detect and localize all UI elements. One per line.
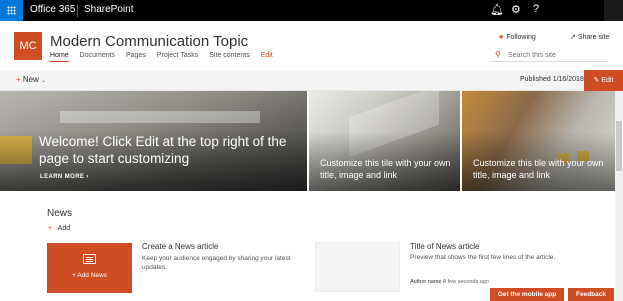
pencil-icon: ✎ (593, 77, 600, 84)
search-input[interactable] (508, 49, 604, 61)
add-news-text: Add News (77, 272, 107, 279)
suite-divider (77, 4, 78, 17)
article-time: A few seconds ago (442, 279, 489, 285)
learn-more-link[interactable]: LEARN MORE › (40, 174, 89, 180)
article-2-meta: Author name A few seconds ago (410, 279, 489, 285)
nav-item-documents[interactable]: Documents (80, 52, 115, 59)
scrollbar-thumb[interactable] (616, 121, 622, 171)
learn-more-label: LEARN MORE (40, 174, 85, 180)
avatar[interactable] (604, 0, 623, 21)
command-bar: + New ⌄ Published 1/16/2018 (0, 70, 623, 91)
share-site-button[interactable]: ↗ Share site (570, 33, 609, 41)
edit-button[interactable]: ✎ Edit (584, 70, 623, 91)
news-heading: News (47, 208, 73, 219)
plus-icon: + (16, 75, 21, 84)
plus-icon: + (48, 225, 53, 232)
nav-edit-link[interactable]: Edit (261, 52, 273, 59)
article-author: Author name (410, 279, 442, 285)
hero-tile-3[interactable]: Customize this tile with your own title,… (462, 91, 615, 191)
article-thumbnail[interactable] (315, 242, 400, 292)
scrollbar[interactable] (615, 91, 623, 301)
hero-main-tile[interactable]: Welcome! Click Edit at the top right of … (0, 91, 307, 191)
search-icon: ⚲ (495, 50, 501, 59)
news-icon (83, 254, 96, 264)
hero-tile-3-text: Customize this tile with your own title,… (473, 158, 604, 180)
nav-item-project-tasks[interactable]: Project Tasks (157, 52, 199, 59)
chevron-down-icon: ⌄ (41, 78, 47, 84)
published-status: Published 1/16/2018 (520, 76, 584, 83)
nav-item-home[interactable]: Home (50, 52, 69, 62)
article-1-title[interactable]: Create a News article (142, 242, 218, 251)
help-icon[interactable]: ? (533, 3, 539, 15)
hero-tile-2-text: Customize this tile with your own title,… (320, 158, 451, 180)
share-icon: ↗ (570, 34, 576, 41)
share-label: Share site (577, 34, 610, 41)
site-header: MC Modern Communication Topic Home Docum… (0, 21, 623, 70)
hero-title: Welcome! Click Edit at the top right of … (39, 134, 287, 166)
office-365-link[interactable]: Office 365 (30, 4, 75, 15)
nav-item-site-contents[interactable]: Site contents (209, 52, 249, 59)
news-add-button[interactable]: + Add (48, 225, 70, 232)
article-1-desc: Keep your audience engaged by sharing yo… (142, 255, 291, 271)
article-2-title[interactable]: Title of News article (410, 242, 480, 251)
add-news-label: + Add News (47, 272, 132, 279)
star-icon: ★ (498, 34, 505, 41)
add-news-tile[interactable]: + Add News (47, 243, 132, 293)
new-label: New (22, 75, 39, 84)
search-box: ⚲ (490, 48, 608, 62)
gear-icon[interactable]: ⚙ (511, 3, 521, 16)
chevron-right-icon: › (86, 174, 89, 180)
feedback-button[interactable]: Feedback (568, 288, 614, 301)
article-2-desc: Preview that shows the first few lines o… (410, 254, 556, 261)
app-launcher-icon[interactable] (0, 0, 23, 21)
nav-item-pages[interactable]: Pages (126, 52, 146, 59)
sharepoint-link[interactable]: SharePoint (84, 4, 133, 15)
following-button[interactable]: ★ Following (498, 33, 536, 41)
hero-tile-2[interactable]: Customize this tile with your own title,… (309, 91, 460, 191)
edit-label: Edit (601, 77, 614, 84)
top-navigation: Home Documents Pages Project Tasks Site … (50, 52, 282, 62)
site-logo[interactable]: MC (14, 32, 42, 60)
get-mobile-app-button[interactable]: Get the mobile app (490, 288, 564, 301)
bell-icon[interactable]: 🔔︎ (490, 3, 504, 16)
news-add-label: Add (57, 225, 71, 232)
suite-bar: Office 365 SharePoint 🔔︎ ⚙ ? (0, 0, 623, 21)
site-title[interactable]: Modern Communication Topic (50, 33, 248, 50)
new-button[interactable]: + New ⌄ (16, 75, 46, 84)
following-label: Following (506, 34, 536, 41)
hero-image-desk (60, 111, 260, 123)
